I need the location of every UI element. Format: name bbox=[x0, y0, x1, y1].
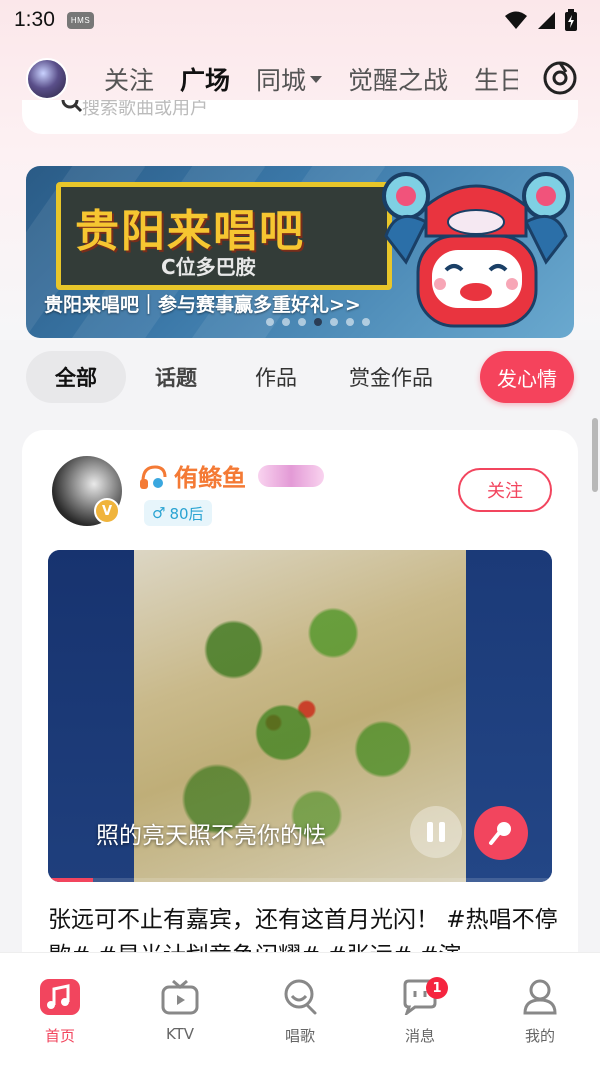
author-name-row: 侑鲦鱼 bbox=[138, 458, 324, 493]
search-bar[interactable]: 搜索歌曲或用户 bbox=[22, 100, 578, 134]
search-placeholder: 搜索歌曲或用户 bbox=[82, 100, 208, 119]
microphone-icon bbox=[489, 822, 511, 845]
nav-ktv-label: KTV bbox=[165, 1025, 195, 1043]
nav-profile[interactable]: 我的 bbox=[480, 953, 600, 1066]
nav-messages[interactable]: 1 消息 bbox=[360, 953, 480, 1066]
pagination-dot-active bbox=[314, 318, 322, 326]
lyric-line: 照的亮天照不亮你的怯 bbox=[96, 823, 326, 849]
scan-icon[interactable] bbox=[542, 60, 578, 96]
follow-button[interactable]: 关注 bbox=[458, 468, 552, 512]
pagination-dot bbox=[298, 318, 306, 326]
banner-pagination bbox=[266, 318, 370, 326]
promo-banner[interactable]: 贵阳来唱吧 C位多巴胺 贵阳来唱吧｜参与赛事赢多重好礼>> bbox=[26, 166, 574, 338]
status-icons bbox=[504, 9, 578, 31]
message-count-badge: 1 bbox=[426, 977, 448, 999]
profile-icon bbox=[520, 977, 560, 1017]
filter-all[interactable]: 全部 bbox=[26, 351, 126, 403]
banner-sign-board: 贵阳来唱吧 C位多巴胺 bbox=[56, 182, 392, 290]
battery-icon bbox=[565, 9, 577, 31]
pagination-dot bbox=[282, 318, 290, 326]
playback-progress-fill bbox=[48, 878, 94, 882]
tab-same-city-label: 同城 bbox=[256, 66, 307, 95]
wifi-icon bbox=[505, 11, 527, 29]
pagination-dot bbox=[330, 318, 338, 326]
nav-ktv[interactable]: KTV bbox=[120, 953, 240, 1066]
banner-caption: 贵阳来唱吧｜参与赛事赢多重好礼>> bbox=[44, 294, 361, 316]
avatar-image bbox=[26, 58, 68, 100]
playback-progress[interactable] bbox=[48, 878, 552, 882]
tab-awakening-battle[interactable]: 觉醒之战 bbox=[348, 61, 448, 97]
author-name[interactable]: 侑鲦鱼 bbox=[174, 458, 246, 493]
nav-home-label: 首页 bbox=[44, 1027, 75, 1045]
mascot-illustration bbox=[382, 172, 570, 328]
pagination-dot bbox=[266, 318, 274, 326]
nav-home[interactable]: 首页 bbox=[0, 953, 120, 1066]
pause-icon-bar bbox=[439, 822, 445, 842]
level-badge-icon bbox=[258, 464, 324, 487]
tab-square[interactable]: 广场 bbox=[180, 61, 230, 97]
tab-birthday[interactable]: 生日 bbox=[474, 61, 518, 97]
male-icon: ♂ bbox=[152, 504, 166, 522]
tab-same-city[interactable]: 同城 bbox=[256, 61, 323, 97]
status-time: 1:30 bbox=[14, 8, 55, 31]
banner-subtitle: C位多巴胺 bbox=[161, 255, 256, 279]
user-avatar[interactable] bbox=[24, 56, 70, 102]
sing-along-button[interactable] bbox=[474, 806, 528, 860]
home-music-icon bbox=[40, 977, 80, 1017]
tab-follow[interactable]: 关注 bbox=[104, 61, 154, 97]
hms-badge: HMS bbox=[66, 11, 95, 29]
headphone-music-icon bbox=[140, 464, 167, 489]
bottom-nav: 首页 KTV 唱歌 1 消息 我的 bbox=[0, 952, 600, 1066]
chevron-down-icon bbox=[310, 75, 323, 83]
post-mood-button[interactable]: 发心情 bbox=[480, 351, 574, 403]
post-media[interactable]: 照的亮天照不亮你的怯 bbox=[48, 550, 552, 882]
filter-works[interactable]: 作品 bbox=[226, 351, 326, 403]
author-age-label: 80后 bbox=[169, 504, 204, 523]
pagination-dot bbox=[362, 318, 370, 326]
filter-topic[interactable]: 话题 bbox=[126, 351, 226, 403]
verified-badge-icon: V bbox=[94, 498, 120, 524]
pause-button[interactable] bbox=[410, 806, 462, 858]
signal-icon bbox=[538, 12, 555, 29]
tv-icon bbox=[160, 977, 200, 1017]
scrollbar-thumb[interactable] bbox=[592, 418, 598, 492]
author-age-tag: ♂ 80后 bbox=[144, 500, 212, 526]
nav-sing[interactable]: 唱歌 bbox=[240, 953, 360, 1066]
pause-icon-bar bbox=[427, 822, 433, 842]
nav-sing-label: 唱歌 bbox=[284, 1027, 315, 1045]
search-icon bbox=[61, 100, 83, 113]
status-bar: 1:30 HMS bbox=[0, 0, 600, 40]
pagination-dot bbox=[346, 318, 354, 326]
banner-title: 贵阳来唱吧 bbox=[75, 206, 305, 257]
nav-profile-label: 我的 bbox=[524, 1027, 555, 1045]
sing-icon bbox=[280, 977, 320, 1017]
nav-messages-label: 消息 bbox=[404, 1027, 435, 1045]
filter-bounty-works[interactable]: 赏金作品 bbox=[326, 351, 456, 403]
